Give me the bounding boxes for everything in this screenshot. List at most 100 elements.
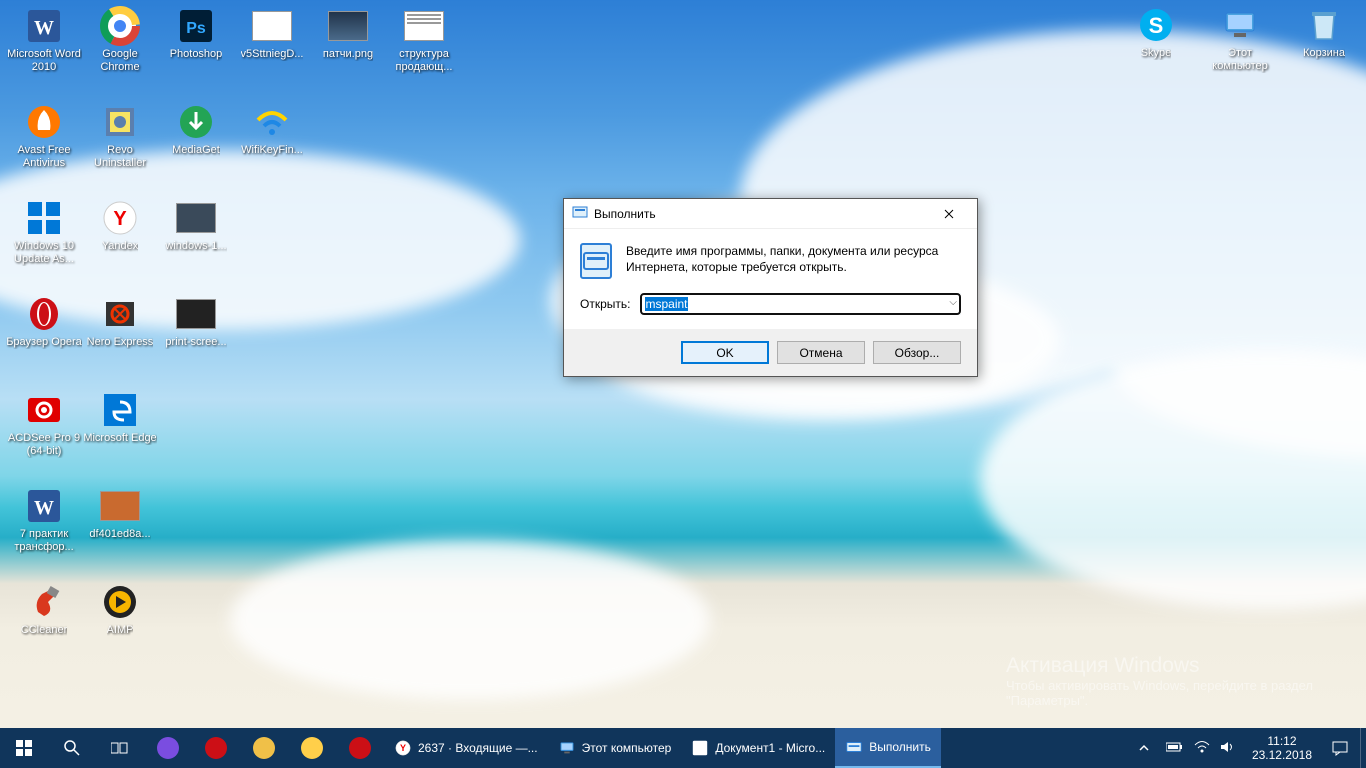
- svg-text:Ps: Ps: [186, 20, 206, 37]
- start-button[interactable]: [0, 728, 48, 768]
- desktop-icon-win10-update[interactable]: Windows 10 Update As...: [6, 198, 82, 282]
- run-dialog: Выполнить Введите имя программы, папки, …: [563, 198, 978, 377]
- bin-icon: [1304, 5, 1344, 45]
- thumb-dark-icon: [176, 294, 216, 334]
- open-input[interactable]: [640, 293, 961, 315]
- wordfile-icon: W: [24, 486, 64, 526]
- thumb-dark-icon: [176, 198, 216, 238]
- tray-chevron-icon[interactable]: [1132, 728, 1156, 768]
- paint-tb[interactable]: [240, 728, 288, 768]
- desktop-icon-chrome[interactable]: Google Chrome: [82, 6, 158, 90]
- cancel-button[interactable]: Отмена: [777, 341, 865, 364]
- pc-icon: [558, 739, 576, 757]
- icon-label: Google Chrome: [82, 48, 158, 74]
- svg-text:Y: Y: [400, 743, 406, 753]
- open-label: Открыть:: [580, 297, 630, 311]
- chrome-icon: [100, 6, 140, 46]
- mediaget-icon: [176, 102, 216, 142]
- icon-label: windows-1...: [165, 240, 226, 253]
- taskbar-app-yandex-mail[interactable]: Y 2637 · Входящие —...: [384, 728, 548, 768]
- run-titlebar[interactable]: Выполнить: [564, 199, 977, 229]
- desktop-icon-acdsee[interactable]: ACDSee Pro 9 (64-bit): [6, 390, 82, 474]
- opera2-tb[interactable]: [336, 728, 384, 768]
- icon-label: print-scree...: [165, 336, 226, 349]
- battery-icon[interactable]: [1166, 741, 1184, 756]
- activation-watermark: Активация Windows Чтобы активировать Win…: [1006, 654, 1346, 708]
- thumb-photo-icon: [328, 6, 368, 46]
- desktop-icon-mediaget[interactable]: MediaGet: [158, 102, 234, 186]
- taskbar-clock[interactable]: 11:12 23.12.2018: [1244, 734, 1320, 762]
- run-icon: [845, 738, 863, 756]
- skype-icon: S: [1136, 5, 1176, 45]
- close-icon[interactable]: [929, 200, 969, 228]
- cortana-pill[interactable]: [144, 728, 192, 768]
- desktop-icon-photoshop[interactable]: Ps Photoshop: [158, 6, 234, 90]
- icon-label: структура продающ...: [386, 48, 462, 74]
- desktop-icon-yandex[interactable]: Y Yandex: [82, 198, 158, 282]
- desktop-icon-wifikey[interactable]: WifiKeyFin...: [234, 102, 310, 186]
- nero-icon: [100, 294, 140, 334]
- desktop-icon-patchi[interactable]: патчи.png: [310, 6, 386, 90]
- desktop-icon-edge[interactable]: Microsoft Edge: [82, 390, 158, 474]
- desktop-icon-skype[interactable]: S Skype: [1118, 5, 1194, 89]
- icon-label: Avast Free Antivirus: [6, 144, 82, 170]
- show-desktop-button[interactable]: [1360, 728, 1366, 768]
- taskbar: Y 2637 · Входящие —... Этот компьютерWДоку…: [0, 728, 1366, 768]
- desktop-icon-recycle[interactable]: Корзина: [1286, 5, 1362, 89]
- opera-icon: [24, 294, 64, 334]
- desktop-icon-df401[interactable]: df401ed8a...: [82, 486, 158, 570]
- desktop-icon-opera[interactable]: Браузер Opera: [6, 294, 82, 378]
- yandex-icon: Y: [394, 739, 412, 757]
- desktop-icon-nero[interactable]: Nero Express: [82, 294, 158, 378]
- taskbar-app-run-tb[interactable]: Выполнить: [835, 728, 941, 768]
- svg-text:S: S: [1149, 13, 1164, 38]
- volume-icon[interactable]: [1220, 740, 1234, 757]
- icon-label: Nero Express: [87, 336, 154, 349]
- svg-text:W: W: [696, 744, 705, 754]
- explorer-tb[interactable]: [288, 728, 336, 768]
- icon-label: CCleaner: [21, 624, 67, 637]
- run-title-text: Выполнить: [594, 207, 656, 221]
- taskbar-app-label: 2637 · Входящие —...: [418, 741, 538, 755]
- icon-label: Photoshop: [170, 48, 223, 61]
- dropdown-icon[interactable]: ⌵: [949, 297, 957, 308]
- desktop-icon-7praktik[interactable]: W7 практик трансфор...: [6, 486, 82, 570]
- icon-label: df401ed8a...: [89, 528, 150, 541]
- icon-label: AIMP: [107, 624, 134, 637]
- opera-tb[interactable]: [192, 728, 240, 768]
- ccleaner-icon: [24, 582, 64, 622]
- desktop-icon-print-screen[interactable]: print-scree...: [158, 294, 234, 378]
- icon-label: Skype: [1141, 47, 1172, 60]
- action-center-icon[interactable]: [1320, 728, 1360, 768]
- browse-button[interactable]: Обзор...: [873, 341, 961, 364]
- ok-button[interactable]: OK: [681, 341, 769, 364]
- taskbar-app-label: Выполнить: [869, 740, 931, 754]
- svg-text:W: W: [34, 497, 54, 519]
- icon-label: Yandex: [102, 240, 139, 253]
- word-icon: W: [691, 739, 709, 757]
- aimp-icon: [100, 582, 140, 622]
- task-view-icon[interactable]: [96, 728, 144, 768]
- win-update-icon: [24, 198, 64, 238]
- desktop-icon-v5stt[interactable]: v5SttniegD...: [234, 6, 310, 90]
- desktop-icon-struktura[interactable]: структура продающ...: [386, 6, 462, 90]
- desktop-icon-windows-1[interactable]: windows-1...: [158, 198, 234, 282]
- ps-icon: Ps: [176, 6, 216, 46]
- icon-label: Windows 10 Update As...: [6, 240, 82, 266]
- search-icon[interactable]: [48, 728, 96, 768]
- icon-label: ACDSee Pro 9 (64-bit): [6, 432, 82, 458]
- wifi-icon[interactable]: [1194, 741, 1210, 756]
- desktop-icon-aimp[interactable]: AIMP: [82, 582, 158, 666]
- desktop-icon-word-2010[interactable]: WMicrosoft Word 2010: [6, 6, 82, 90]
- desktop-icon-revo[interactable]: Revo Uninstaller: [82, 102, 158, 186]
- desktop-icon-ccleaner[interactable]: CCleaner: [6, 582, 82, 666]
- taskbar-app-word-tb[interactable]: WДокумент1 - Micro...: [681, 728, 835, 768]
- run-app-icon: [580, 243, 612, 279]
- thumb-icon: [100, 486, 140, 526]
- yandex-icon: Y: [100, 198, 140, 238]
- desktop-icon-this-pc[interactable]: Этот компьютер: [1202, 5, 1278, 89]
- taskbar-app-this-pc-tb[interactable]: Этот компьютер: [548, 728, 682, 768]
- icon-label: Браузер Opera: [6, 336, 82, 349]
- pc-icon: [1220, 5, 1260, 45]
- desktop-icon-avast[interactable]: Avast Free Antivirus: [6, 102, 82, 186]
